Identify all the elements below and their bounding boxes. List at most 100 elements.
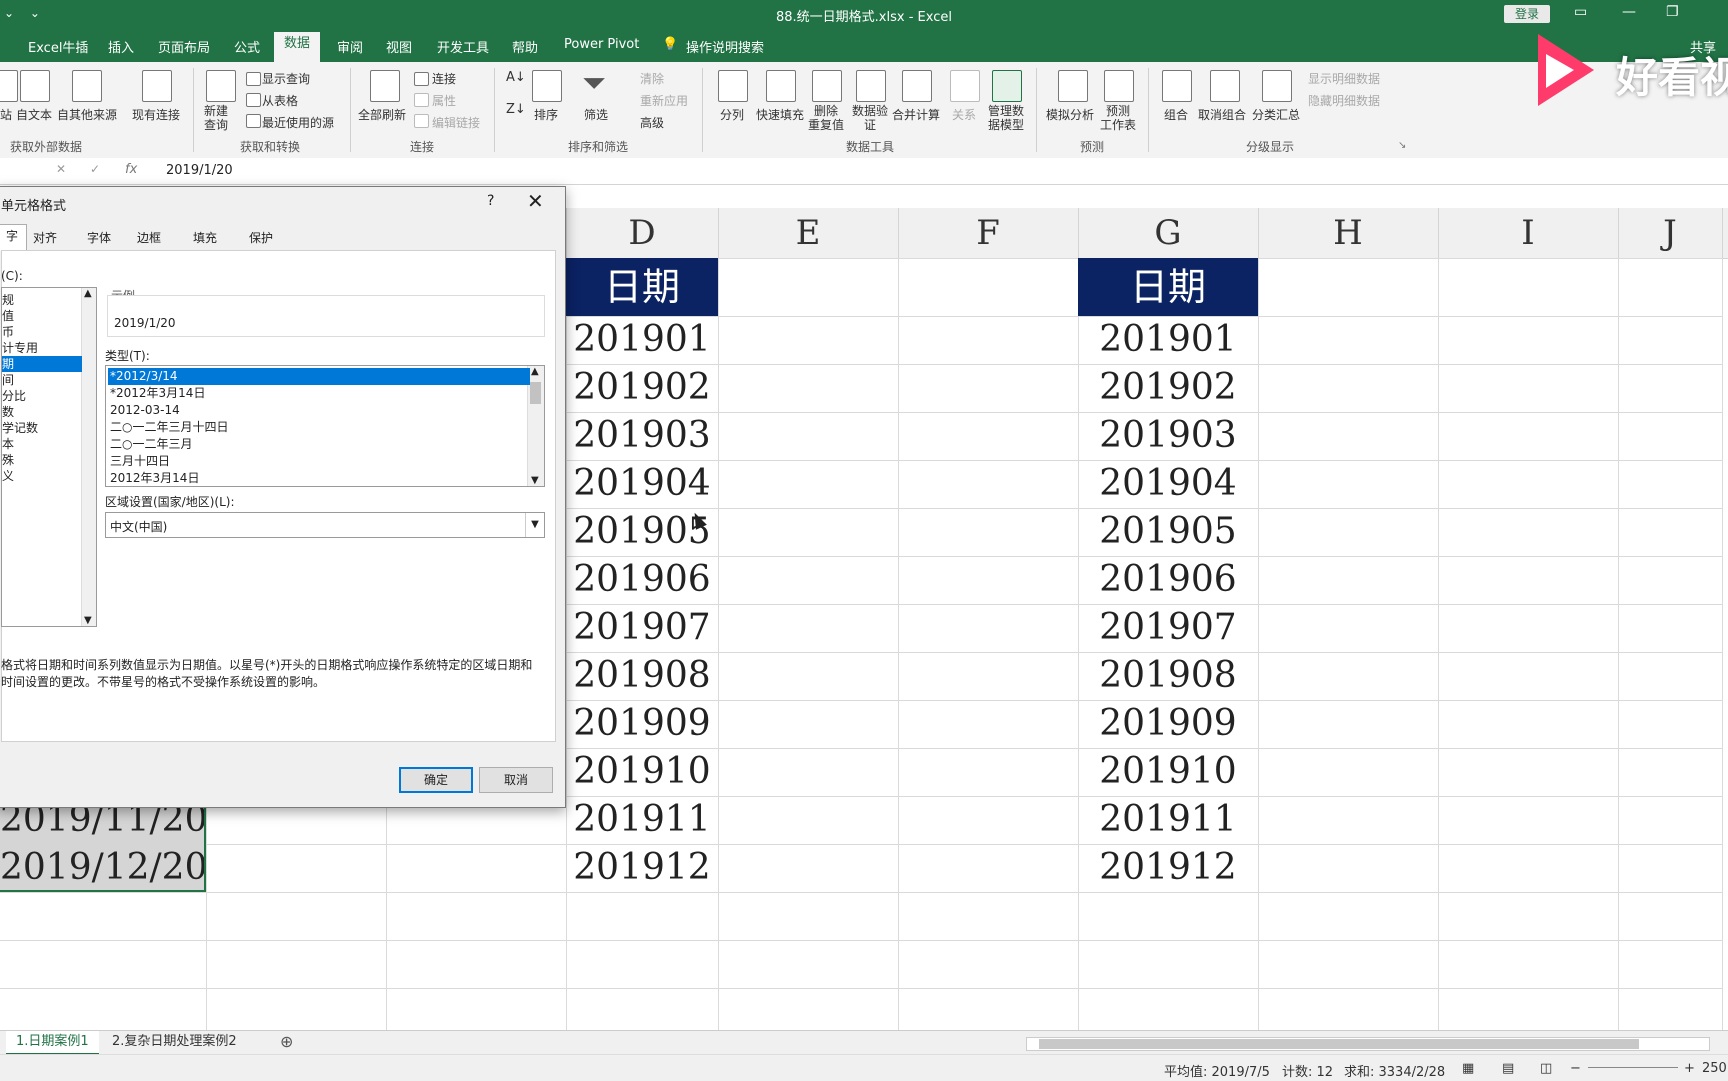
relationships-button[interactable]: 关系	[952, 106, 976, 123]
horizontal-scrollbar[interactable]	[1026, 1037, 1710, 1051]
ok-button[interactable]: 确定	[399, 767, 473, 793]
scroll-up-icon[interactable]: ▲	[531, 366, 539, 377]
what-if-analysis-button[interactable]: 模拟分析	[1046, 106, 1094, 123]
recent-sources-button[interactable]: 最近使用的源	[262, 114, 334, 131]
cell-d-9[interactable]: 201909	[566, 700, 718, 748]
column-header-f[interactable]: F	[898, 208, 1079, 258]
scroll-thumb[interactable]	[530, 382, 541, 404]
cell-d-8[interactable]: 201908	[566, 652, 718, 700]
tab-6[interactable]: 视图	[386, 37, 412, 56]
chevron-down-icon[interactable]: ▼	[525, 513, 544, 537]
page-layout-icon[interactable]: ▤	[1502, 1061, 1514, 1076]
tab-9[interactable]: Power Pivot	[564, 37, 639, 52]
cell-d-11[interactable]: 201911	[566, 796, 718, 844]
dialog-launcher-icon[interactable]: ↘	[1398, 140, 1406, 151]
restore-icon[interactable]: ❐	[1666, 4, 1679, 20]
dialog-tab-0[interactable]: 字	[0, 224, 28, 251]
consolidate-button[interactable]: 合并计算	[892, 106, 940, 123]
subtotal-icon[interactable]	[1262, 70, 1292, 102]
cell-g-1[interactable]: 201901	[1078, 316, 1258, 364]
category-item[interactable]: 币	[2, 324, 82, 340]
from-text-button[interactable]: 自文本	[16, 106, 52, 123]
other-sources-icon[interactable]	[72, 70, 102, 102]
category-item[interactable]: 数	[2, 404, 82, 420]
cell-g-4[interactable]: 201904	[1078, 460, 1258, 508]
category-item[interactable]: 规	[2, 292, 82, 308]
category-item[interactable]: 学记数	[2, 420, 82, 436]
category-item[interactable]: 义	[2, 468, 82, 484]
advanced-filter-button[interactable]: 高级	[640, 114, 664, 131]
cell-g-12[interactable]: 201912	[1078, 844, 1258, 892]
manage-data-model-button[interactable]: 管理数 据模型	[988, 104, 1024, 132]
new-query-icon[interactable]	[206, 70, 236, 102]
column-header-i[interactable]: I	[1438, 208, 1619, 258]
column-header-g[interactable]: G	[1078, 208, 1259, 258]
cell-d-10[interactable]: 201910	[566, 748, 718, 796]
formula-input[interactable]: 2019/1/20	[166, 163, 233, 178]
type-item[interactable]: 二○一二年三月十四日	[108, 419, 530, 436]
cell-d-2[interactable]: 201902	[566, 364, 718, 412]
properties-button[interactable]: 属性	[432, 92, 456, 109]
cell-a-selected-2[interactable]: 2019/12/20	[0, 844, 208, 892]
login-button[interactable]: 登录	[1504, 5, 1550, 23]
tab-10[interactable]: 操作说明搜索	[686, 37, 764, 56]
zoom-slider[interactable]	[1588, 1067, 1678, 1068]
filter-button[interactable]: 筛选	[584, 106, 608, 123]
category-item[interactable]: 殊	[2, 452, 82, 468]
scroll-thumb[interactable]	[1039, 1039, 1639, 1049]
category-item[interactable]: 期	[2, 356, 82, 372]
edit-links-button[interactable]: 编辑链接	[432, 114, 480, 131]
category-item[interactable]: 计专用	[2, 340, 82, 356]
data-model-icon[interactable]	[992, 70, 1022, 102]
sheet-tab-2[interactable]: 2.复杂日期处理案例2	[102, 1031, 247, 1053]
category-scrollbar[interactable]: ▲ ▼	[81, 288, 96, 626]
cell-g-7[interactable]: 201907	[1078, 604, 1258, 652]
cell-d-3[interactable]: 201903	[566, 412, 718, 460]
forecast-sheet-icon[interactable]	[1104, 70, 1134, 102]
cell-d-6[interactable]: 201906	[566, 556, 718, 604]
column-header-j[interactable]: J	[1618, 208, 1723, 258]
relationships-icon[interactable]	[950, 70, 980, 102]
header-cell-g[interactable]: 日期	[1078, 258, 1258, 316]
cancel-entry-icon[interactable]: ✕	[56, 162, 66, 176]
other-sources-button[interactable]: 自其他来源	[57, 106, 117, 123]
connections-button[interactable]: 连接	[432, 70, 456, 87]
from-table-button[interactable]: 从表格	[262, 92, 298, 109]
zoom-level[interactable]: 250	[1702, 1061, 1727, 1076]
minimize-icon[interactable]: —	[1622, 4, 1636, 20]
category-list[interactable]: ▲ ▼ 规值币计专用期间分比数学记数本殊义	[1, 287, 97, 627]
zoom-in-icon[interactable]: +	[1684, 1061, 1695, 1076]
cell-d-4[interactable]: 201904	[566, 460, 718, 508]
data-validation-button[interactable]: 数据验 证	[852, 104, 888, 132]
refresh-all-icon[interactable]	[370, 70, 400, 102]
column-header-d[interactable]: D	[566, 208, 719, 258]
web-icon[interactable]	[0, 70, 18, 102]
dialog-tab-3[interactable]: 边框	[129, 227, 169, 249]
dialog-tab-5[interactable]: 保护	[241, 227, 281, 249]
scroll-down-icon[interactable]: ▼	[84, 615, 92, 626]
group-icon[interactable]	[1162, 70, 1192, 102]
sort-icon[interactable]	[532, 70, 562, 102]
existing-connections-button[interactable]: 现有连接	[132, 106, 180, 123]
tab-8[interactable]: 帮助	[512, 37, 538, 56]
reapply-button[interactable]: 重新应用	[640, 92, 688, 109]
flash-fill-icon[interactable]	[766, 70, 796, 102]
data-validation-icon[interactable]	[856, 70, 886, 102]
help-button[interactable]: ?	[487, 193, 494, 209]
tab-4[interactable]: 数据	[274, 32, 321, 62]
ungroup-icon[interactable]	[1210, 70, 1240, 102]
type-item[interactable]: 2012年3月14日	[108, 470, 530, 486]
header-cell-d[interactable]: 日期	[566, 258, 718, 316]
cell-g-9[interactable]: 201909	[1078, 700, 1258, 748]
type-item[interactable]: *2012年3月14日	[108, 385, 530, 402]
show-detail-button[interactable]: 显示明细数据	[1308, 70, 1380, 87]
tab-5[interactable]: 审阅	[337, 37, 363, 56]
cell-g-3[interactable]: 201903	[1078, 412, 1258, 460]
dialog-tab-2[interactable]: 字体	[79, 227, 119, 249]
text-file-icon[interactable]	[20, 70, 50, 102]
sort-ascending-icon[interactable]: A↓	[506, 70, 526, 85]
filter-funnel-icon[interactable]: ⏷	[582, 66, 606, 101]
cell-g-11[interactable]: 201911	[1078, 796, 1258, 844]
refresh-all-button[interactable]: 全部刷新	[358, 106, 406, 123]
cell-g-2[interactable]: 201902	[1078, 364, 1258, 412]
